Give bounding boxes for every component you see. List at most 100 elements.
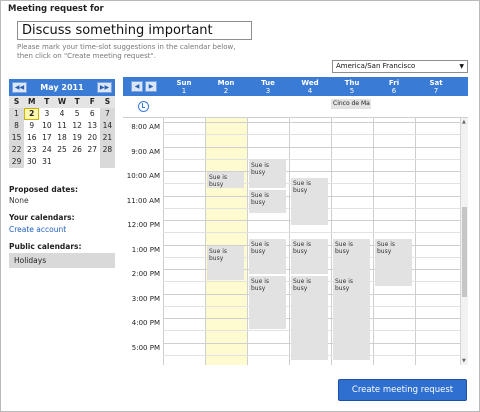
time-label: 3:00 PM bbox=[131, 294, 160, 303]
timezone-value: America/San Francisco bbox=[336, 62, 416, 70]
time-label: 11:00 AM bbox=[126, 196, 160, 205]
busy-block[interactable]: Sue is busy bbox=[207, 172, 244, 189]
scroll-down-icon[interactable]: ▼ bbox=[462, 358, 466, 364]
mini-calendar-header: ◀◀ May 2011 ▶▶ bbox=[9, 79, 115, 96]
chevron-down-icon: ▼ bbox=[459, 63, 464, 70]
mini-calendar-day[interactable]: 3 bbox=[39, 108, 55, 120]
timezone-select[interactable]: America/San Francisco ▼ bbox=[332, 60, 468, 73]
mini-calendar-day[interactable]: 14 bbox=[99, 120, 115, 132]
prev-month-button[interactable]: ◀◀ bbox=[12, 82, 27, 93]
busy-block[interactable]: Sue is busy bbox=[291, 276, 328, 360]
weekday-header: S bbox=[9, 96, 25, 108]
day-column[interactable] bbox=[163, 118, 205, 365]
mini-calendar-day[interactable]: 9 bbox=[24, 120, 40, 132]
busy-block[interactable]: Sue is busy bbox=[291, 178, 328, 226]
scrollbar-thumb[interactable] bbox=[462, 207, 467, 297]
day-number: 6 bbox=[391, 87, 397, 95]
half-hour-line bbox=[163, 232, 460, 234]
busy-block[interactable]: Sue is busy bbox=[291, 239, 328, 275]
mini-calendar-day[interactable]: 2 bbox=[24, 108, 40, 120]
day-name: Fri bbox=[388, 79, 400, 87]
mini-calendar-day[interactable]: 5 bbox=[69, 108, 85, 120]
day-column[interactable] bbox=[415, 118, 457, 365]
day-number: 5 bbox=[349, 87, 355, 95]
subject-input[interactable] bbox=[17, 21, 252, 40]
mini-calendar-day[interactable]: 6 bbox=[84, 108, 100, 120]
create-meeting-request-button[interactable]: Create meeting request bbox=[338, 379, 467, 401]
mini-calendar-day[interactable]: 27 bbox=[84, 144, 100, 156]
hour-line bbox=[163, 122, 460, 123]
vertical-scrollbar[interactable]: ▲ ▼ bbox=[460, 118, 468, 365]
day-number: 1 bbox=[181, 87, 187, 95]
proposed-dates-label: Proposed dates: bbox=[9, 185, 78, 194]
mini-calendar-day[interactable]: 19 bbox=[69, 132, 85, 144]
weekday-header: M bbox=[24, 96, 40, 108]
next-month-button[interactable]: ▶▶ bbox=[97, 82, 112, 93]
time-label: 2:00 PM bbox=[131, 270, 160, 278]
weekday-header: S bbox=[99, 96, 115, 108]
time-label: 1:00 PM bbox=[131, 245, 160, 254]
time-grid[interactable]: 8:00 AM 9:00 AM 10:00 AM 11:00 AM 12:00 PM 1:… bbox=[123, 118, 460, 365]
your-calendars-label: Your calendars: bbox=[9, 213, 75, 222]
holidays-calendar-item[interactable]: Holidays bbox=[9, 253, 115, 268]
mini-calendar-day[interactable]: 1 bbox=[9, 108, 25, 120]
next-week-button[interactable]: ▶ bbox=[145, 81, 157, 92]
mini-calendar-day[interactable]: 17 bbox=[39, 132, 55, 144]
busy-block[interactable]: Sue is busy bbox=[249, 276, 286, 330]
busy-block[interactable]: Sue is busy bbox=[249, 190, 286, 213]
holiday-event[interactable]: Cinco de Ma bbox=[331, 99, 371, 109]
busy-block[interactable]: Sue is busy bbox=[249, 159, 286, 189]
mini-calendar-day[interactable]: 28 bbox=[99, 144, 115, 156]
mini-calendar-day[interactable]: 13 bbox=[84, 120, 100, 132]
mini-calendar-day[interactable]: 7 bbox=[99, 108, 115, 120]
scroll-up-icon[interactable]: ▲ bbox=[462, 119, 466, 125]
page-heading: Meeting request for bbox=[8, 4, 104, 14]
busy-block[interactable]: Sue is busy bbox=[249, 239, 286, 275]
mini-calendar: ◀◀ May 2011 ▶▶ S M T W T F S 1 2 3 4 5 6 7 8 9 10 11 12 13 1… bbox=[9, 79, 115, 168]
mini-calendar-day[interactable]: 10 bbox=[39, 120, 55, 132]
mini-calendar-day[interactable]: 21 bbox=[99, 132, 115, 144]
busy-block[interactable]: Sue is busy bbox=[375, 239, 412, 287]
mini-calendar-day[interactable]: 31 bbox=[39, 156, 55, 168]
day-header-fri: Fri 6 bbox=[373, 79, 415, 95]
month-label: May 2011 bbox=[40, 83, 84, 92]
weekday-header: W bbox=[54, 96, 70, 108]
proposed-dates-value: None bbox=[9, 196, 29, 205]
time-label: 12:00 PM bbox=[127, 221, 160, 229]
weekday-header: T bbox=[69, 96, 85, 108]
all-day-row: Cinco de Ma bbox=[123, 96, 468, 118]
half-hour-line bbox=[163, 158, 460, 160]
instructions-text: Please mark your time-slot suggestions i… bbox=[17, 43, 257, 61]
week-header: ◀ ▶ Sun 1 Mon 2 Tue 3 Wed 4 Thu 5 Fri 6 Sat 7 bbox=[123, 77, 468, 96]
mini-calendar-day[interactable]: 20 bbox=[84, 132, 100, 144]
clock-icon bbox=[138, 101, 149, 112]
mini-calendar-day[interactable]: 16 bbox=[24, 132, 40, 144]
mini-calendar-day[interactable]: 4 bbox=[54, 108, 70, 120]
mini-calendar-day[interactable]: 29 bbox=[9, 156, 25, 168]
busy-block[interactable]: Sue is busy bbox=[333, 276, 370, 360]
hour-line bbox=[163, 146, 460, 148]
day-number: 7 bbox=[433, 87, 439, 95]
day-header-wed: Wed 4 bbox=[289, 79, 331, 95]
mini-calendar-day[interactable]: 26 bbox=[69, 144, 85, 156]
mini-calendar-day[interactable]: 25 bbox=[54, 144, 70, 156]
mini-calendar-day[interactable]: 23 bbox=[24, 144, 40, 156]
mini-calendar-day[interactable]: 30 bbox=[24, 156, 40, 168]
mini-calendar-day[interactable]: 11 bbox=[54, 120, 70, 132]
prev-week-button[interactable]: ◀ bbox=[131, 81, 143, 92]
day-name: Mon bbox=[217, 79, 235, 87]
create-account-link[interactable]: Create account bbox=[9, 225, 66, 234]
busy-block[interactable]: Sue is busy bbox=[207, 245, 244, 281]
mini-calendar-day[interactable]: 15 bbox=[9, 132, 25, 144]
mini-calendar-day[interactable]: 22 bbox=[9, 144, 25, 156]
time-label: 10:00 AM bbox=[126, 172, 160, 180]
mini-calendar-day[interactable]: 12 bbox=[69, 120, 85, 132]
mini-calendar-day[interactable]: 18 bbox=[54, 132, 70, 144]
mini-calendar-day[interactable]: 8 bbox=[9, 120, 25, 132]
hint-line-2: then click on "Create meeting request". bbox=[17, 52, 156, 60]
day-number: 2 bbox=[223, 87, 229, 95]
day-header-thu: Thu 5 bbox=[331, 79, 373, 95]
mini-calendar-day[interactable]: 24 bbox=[39, 144, 55, 156]
day-column[interactable] bbox=[205, 118, 247, 365]
day-name: Thu bbox=[344, 79, 360, 87]
